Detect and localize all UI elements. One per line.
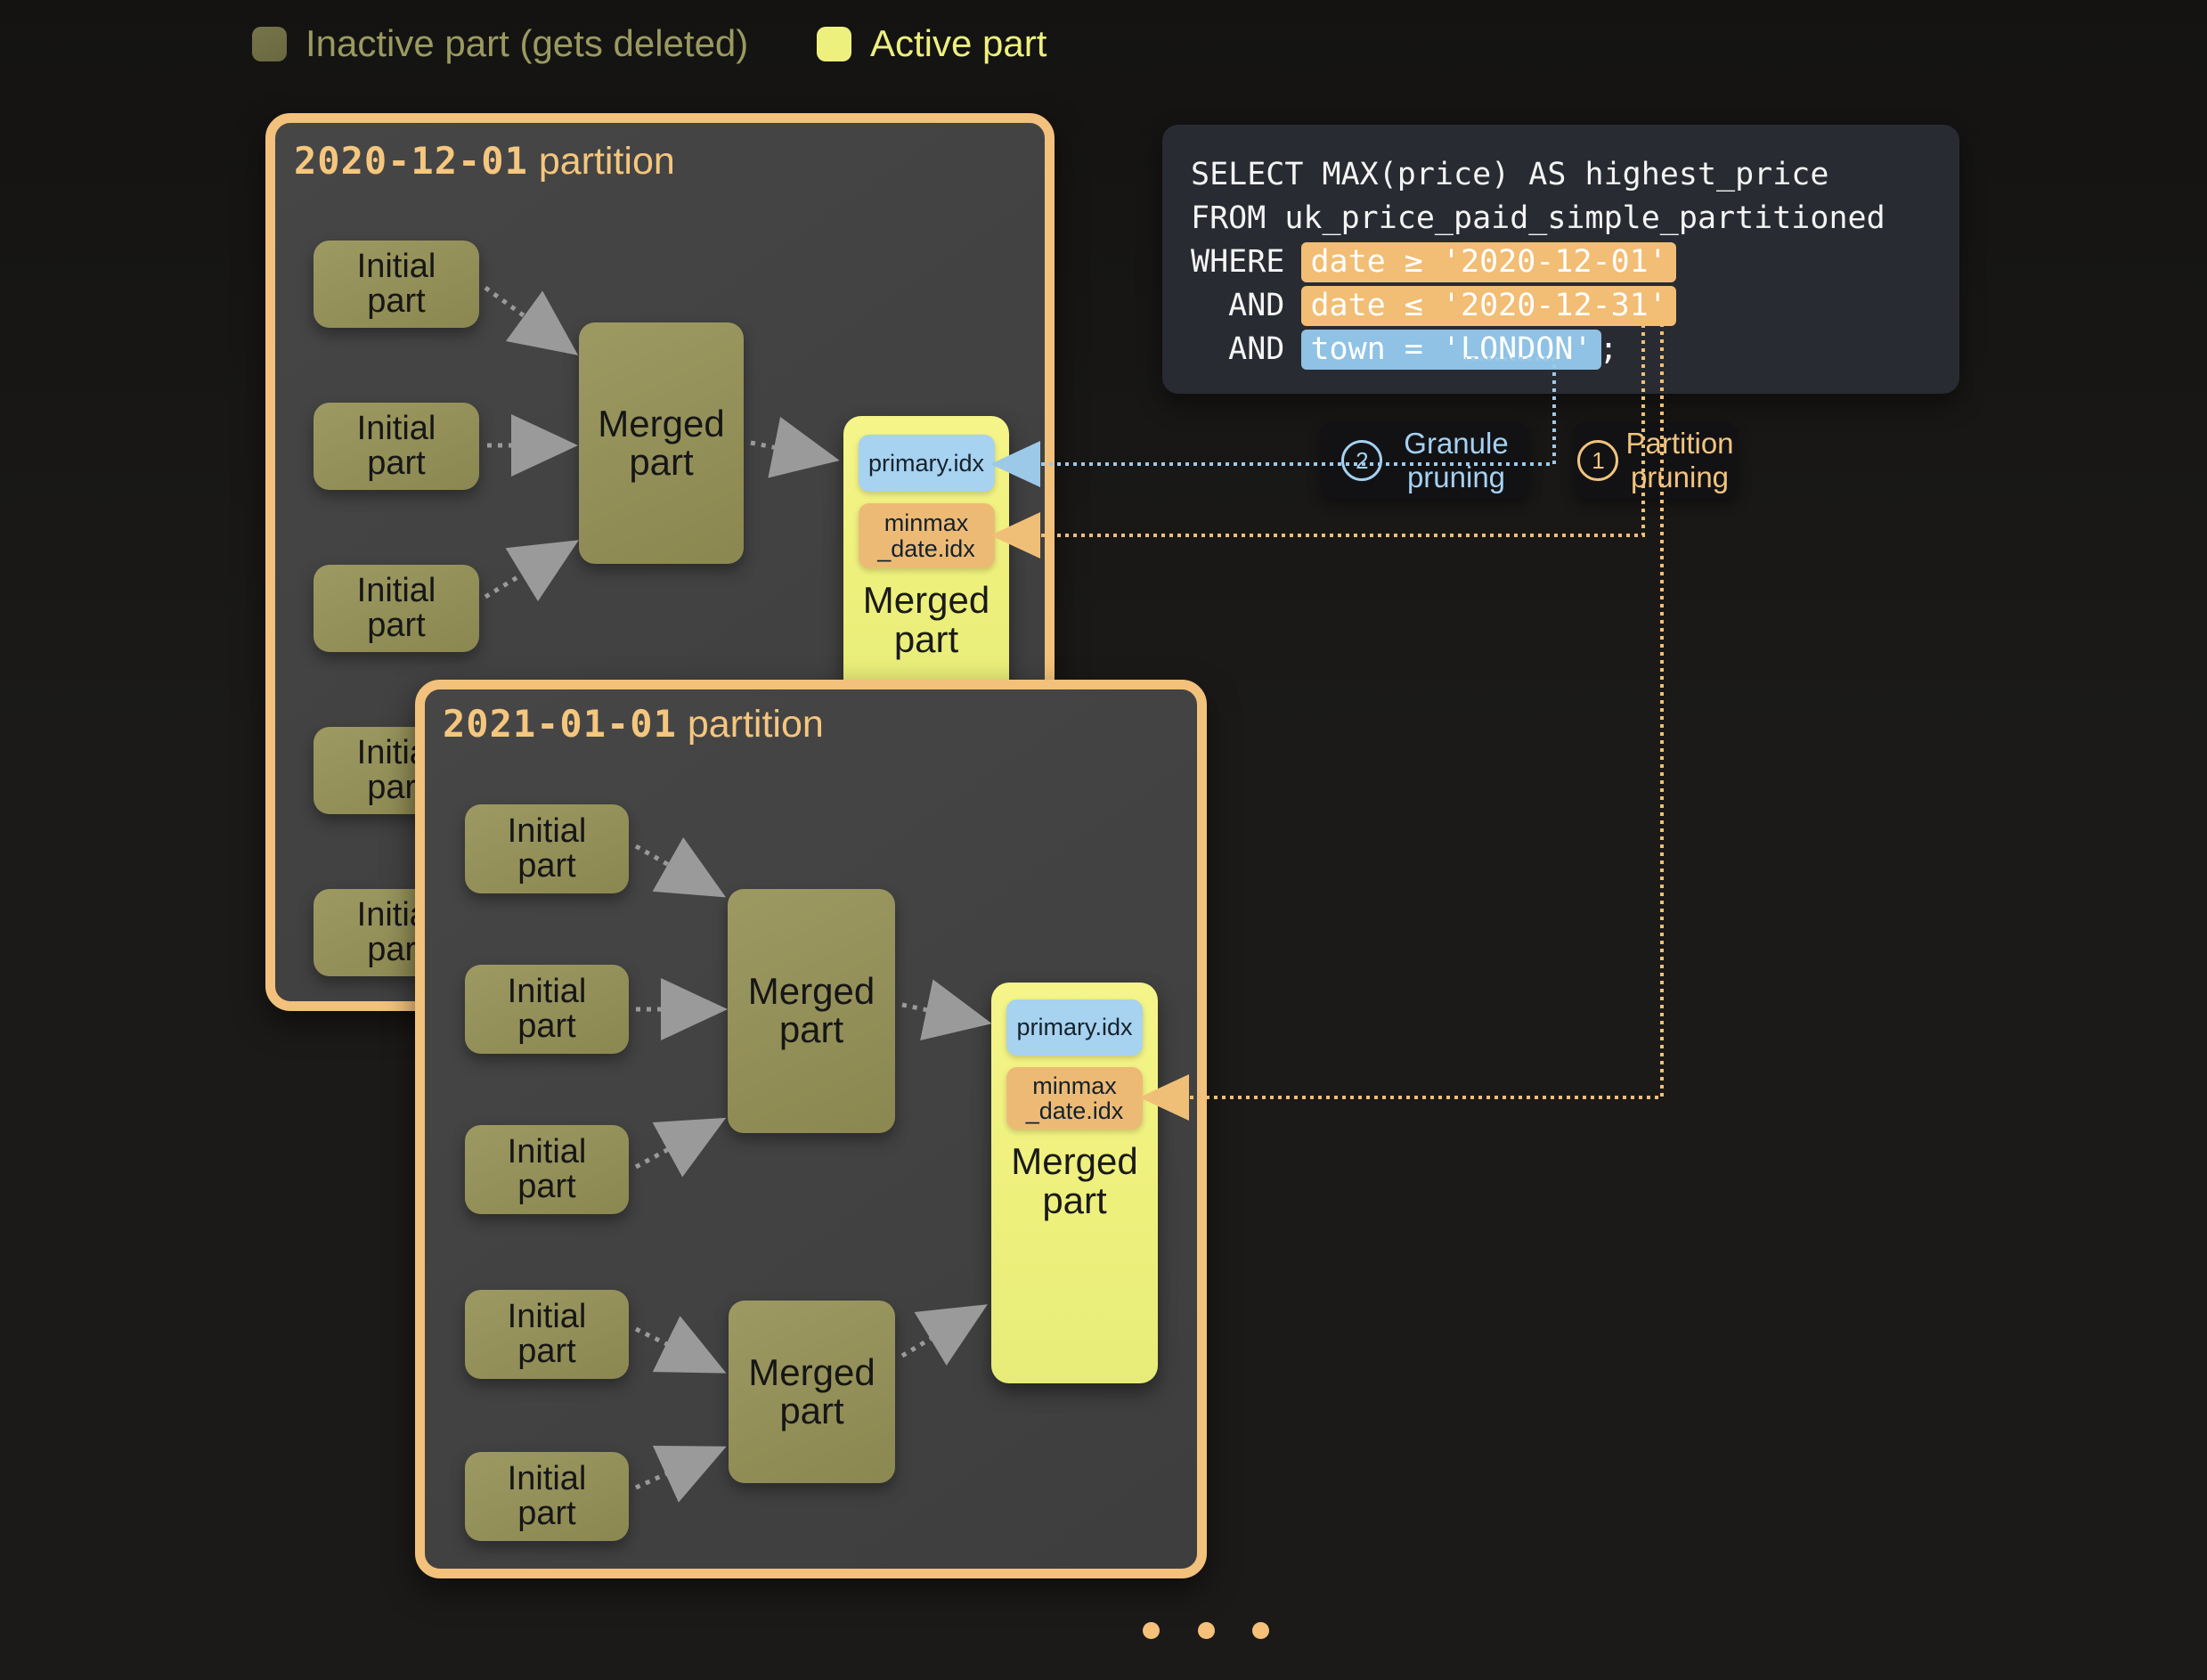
legend-inactive-label: Inactive part (gets deleted)	[305, 23, 748, 64]
step-1-badge-icon: 1	[1577, 440, 1618, 481]
initial-part: Initial part	[465, 1290, 629, 1379]
diagram-canvas: Inactive part (gets deleted) Active part…	[0, 0, 2207, 1680]
initial-part-label: part	[367, 608, 425, 643]
sql-line-1: SELECT MAX(price) AS highest_price	[1191, 153, 1959, 197]
initial-part-label: Initial	[508, 1135, 587, 1170]
initial-part-label: part	[517, 849, 575, 884]
initial-part-label: Initial	[357, 412, 436, 446]
merged-part-inactive: Merged part	[729, 1301, 895, 1483]
merged-part-label: Merged	[598, 405, 724, 444]
initial-part-label: Initial	[508, 975, 587, 1009]
initial-part: Initial part	[314, 565, 479, 652]
merged-part-label: part	[779, 1011, 843, 1049]
merged-part-label: part	[779, 1392, 843, 1431]
initial-part-label: part	[517, 1170, 575, 1204]
active-part-swatch-icon	[817, 27, 851, 61]
sql-line-5: AND town = 'LONDON';	[1191, 328, 1959, 371]
date-gte-highlight: date ≥ '2020-12-01'	[1301, 242, 1675, 282]
minmax-idx-label: minmax	[884, 510, 969, 535]
minmax-idx-label: _date.idx	[1026, 1098, 1124, 1123]
town-highlight: town = 'LONDON'	[1301, 330, 1600, 370]
initial-part: Initial part	[465, 1125, 629, 1214]
legend-active-label: Active part	[870, 23, 1046, 64]
inactive-part-swatch-icon	[252, 27, 287, 61]
initial-part-label: part	[517, 1334, 575, 1369]
step-2-badge-icon: 2	[1341, 440, 1382, 481]
minmax-date-idx-chip: minmax _date.idx	[859, 503, 995, 568]
initial-part-label: part	[367, 284, 425, 319]
minmax-idx-label: _date.idx	[877, 536, 975, 561]
merged-part-inactive: Merged part	[728, 889, 895, 1133]
primary-idx-label: primary.idx	[868, 451, 984, 476]
sql-line-2: FROM uk_price_paid_simple_partitioned	[1191, 197, 1959, 241]
initial-part-label: part	[517, 1009, 575, 1044]
partition-1-title: 2020-12-01 partition	[294, 139, 675, 183]
initial-part-label: Initial	[357, 574, 436, 608]
carousel-dot-2[interactable]	[1198, 1622, 1215, 1639]
primary-idx-chip: primary.idx	[1006, 999, 1143, 1056]
initial-part: Initial part	[465, 804, 629, 893]
merged-part-inactive: Merged part	[579, 322, 744, 564]
initial-part-label: Initial	[357, 249, 436, 284]
partition-pruning-text: Partition pruning	[1625, 427, 1733, 494]
initial-part-label: Initial	[508, 1462, 587, 1497]
partition-2-suffix: partition	[677, 703, 824, 746]
initial-part: Initial part	[465, 1452, 629, 1541]
date-lte-highlight: date ≤ '2020-12-31'	[1301, 286, 1675, 326]
initial-part: Initial part	[314, 241, 479, 328]
partition-1-suffix: partition	[528, 140, 675, 183]
merged-part-label: Merged	[748, 973, 875, 1011]
initial-part-label: Initial	[508, 1300, 587, 1334]
merged-part-label: Merged	[748, 1354, 875, 1392]
initial-part-label: Initial	[508, 814, 587, 849]
granule-pruning-text: Granule pruning	[1404, 427, 1508, 494]
carousel-dot-3[interactable]	[1252, 1622, 1269, 1639]
active-merged-part-label: Merged part	[1011, 1142, 1137, 1220]
primary-idx-label: primary.idx	[1016, 1015, 1132, 1040]
merged-part-active: primary.idx minmax _date.idx Merged part	[991, 983, 1158, 1383]
minmax-date-idx-chip: minmax _date.idx	[1006, 1067, 1143, 1130]
partition-2021-01-01: 2021-01-01 partition Initial part Initia…	[415, 680, 1207, 1578]
initial-part: Initial part	[465, 965, 629, 1054]
partition-2-title: 2021-01-01 partition	[443, 702, 824, 746]
minmax-idx-label: minmax	[1032, 1073, 1117, 1098]
granule-pruning-label: 2 Granule pruning	[1321, 422, 1529, 499]
carousel-dot-1[interactable]	[1143, 1622, 1160, 1639]
merged-part-label: part	[629, 444, 693, 482]
initial-part: Initial part	[314, 403, 479, 490]
primary-idx-chip: primary.idx	[859, 435, 995, 492]
sql-line-4: AND date ≤ '2020-12-31'	[1191, 284, 1959, 328]
merged-part-active: primary.idx minmax _date.idx Merged part	[843, 416, 1009, 710]
sql-line-3: WHERE date ≥ '2020-12-01'	[1191, 241, 1959, 284]
partition-1-date: 2020-12-01	[294, 139, 528, 183]
sql-query-box: SELECT MAX(price) AS highest_price FROM …	[1162, 125, 1959, 394]
partition-pruning-label: 1 Partition pruning	[1574, 422, 1738, 499]
initial-part-label: part	[367, 446, 425, 481]
initial-part-label: part	[517, 1497, 575, 1531]
active-merged-part-label: Merged part	[863, 581, 989, 659]
partition-2-date: 2021-01-01	[443, 702, 677, 746]
